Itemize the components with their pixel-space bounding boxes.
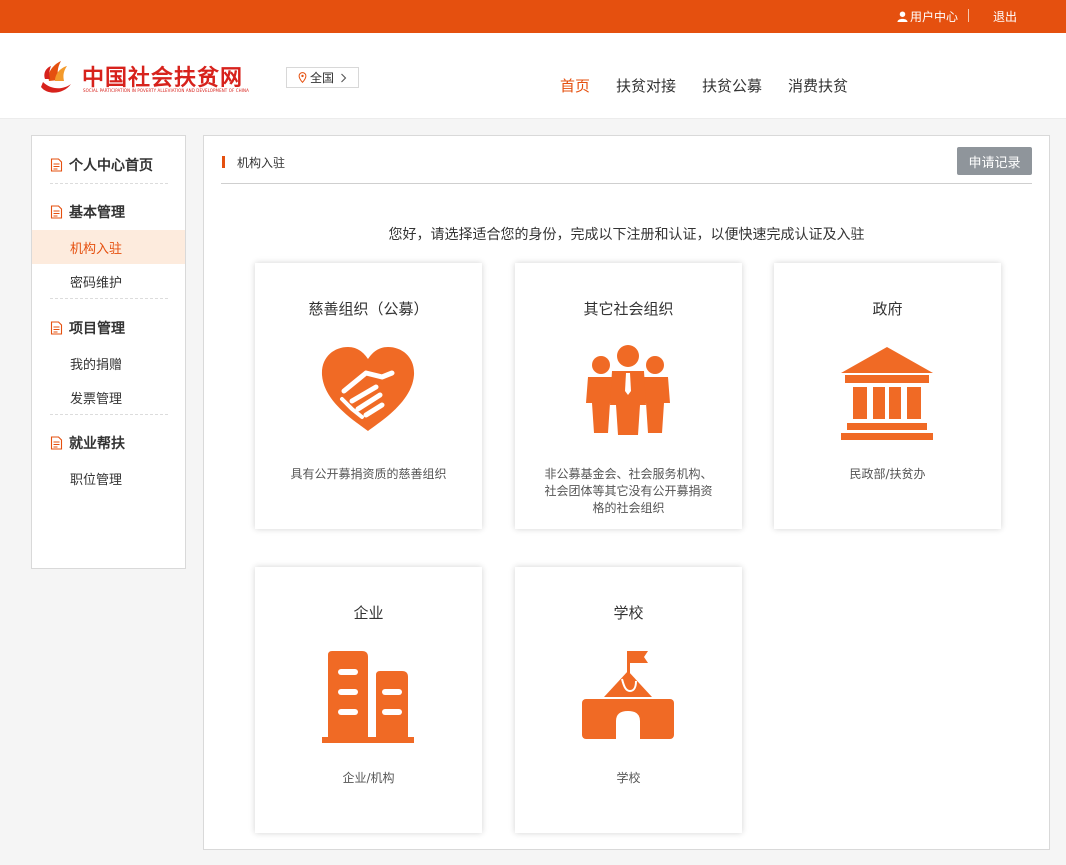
site-header: 中国社会扶贫网 SOCIAL PARTICIPATION IN POVERTY … <box>0 33 1066 119</box>
document-icon <box>50 321 63 335</box>
document-icon <box>50 205 63 219</box>
sidebar-divider <box>50 414 168 415</box>
office-buildings-icon <box>322 651 414 743</box>
card-title: 学校 <box>613 604 644 622</box>
sidebar-section-projects[interactable]: 项目管理 <box>50 318 125 338</box>
sidebar-section-employment[interactable]: 就业帮扶 <box>50 433 125 453</box>
identity-card-charity[interactable]: 慈善组织（公募） 具有公开募捐资质的慈善组织 <box>255 263 482 529</box>
site-logo[interactable]: 中国社会扶贫网 SOCIAL PARTICIPATION IN POVERTY … <box>37 57 277 101</box>
card-title: 政府 <box>872 300 903 318</box>
region-label: 全国 <box>310 71 335 85</box>
card-description: 民政部/扶贫办 <box>849 467 926 481</box>
title-divider <box>221 183 1032 184</box>
nav-item-public-fundraising[interactable]: 扶贫公募 <box>702 75 762 96</box>
people-group-icon <box>586 345 670 435</box>
card-title: 慈善组织（公募） <box>308 300 429 318</box>
user-icon <box>897 11 908 22</box>
main-panel: 机构入驻 申请记录 您好，请选择适合您的身份，完成以下注册和认证，以便快速完成认… <box>203 135 1050 850</box>
region-selector[interactable]: 全国 <box>286 67 359 88</box>
school-flag-icon <box>582 651 674 739</box>
sidebar-section-basic[interactable]: 基本管理 <box>50 202 125 222</box>
sidebar-divider <box>50 183 168 184</box>
sidebar-item-personal-home[interactable]: 个人中心首页 <box>50 155 153 175</box>
page-title: 机构入驻 <box>237 156 286 170</box>
card-title: 其它社会组织 <box>583 300 674 318</box>
card-description: 企业/机构 <box>342 771 395 785</box>
user-center-link[interactable]: 用户中心 <box>897 8 958 25</box>
identity-card-school[interactable]: 学校 学校 <box>515 567 742 833</box>
sidebar-item-positions[interactable]: 职位管理 <box>70 469 122 488</box>
title-accent <box>222 156 225 168</box>
sidebar: 个人中心首页 基本管理 机构入驻 密码维护 项目管理 我的捐赠 发票管理 就业帮… <box>31 135 186 569</box>
sidebar-section-label: 个人中心首页 <box>69 158 153 174</box>
nav-item-poverty-matching[interactable]: 扶贫对接 <box>616 75 676 96</box>
logo-subtitle: SOCIAL PARTICIPATION IN POVERTY ALLEVIAT… <box>83 88 249 93</box>
identity-card-government[interactable]: 政府 民政部/扶贫办 <box>774 263 1001 529</box>
sidebar-item-password[interactable]: 密码维护 <box>70 272 122 291</box>
sidebar-item-invoices[interactable]: 发票管理 <box>70 388 122 407</box>
handshake-heart-icon <box>321 347 415 431</box>
sidebar-item-my-donations[interactable]: 我的捐赠 <box>70 354 122 373</box>
logo-emblem-icon <box>41 61 71 93</box>
logout-link[interactable]: 退出 <box>993 8 1017 25</box>
top-bar: 用户中心 退出 <box>0 0 1066 33</box>
user-center-label: 用户中心 <box>910 10 959 24</box>
card-description: 非公募基金会、社会服务机构、社会团体等其它没有公开募捐资格的社会组织 <box>544 467 713 515</box>
location-pin-icon <box>298 72 307 83</box>
sidebar-section-label: 基本管理 <box>69 205 125 221</box>
topbar-divider <box>968 9 969 22</box>
document-icon <box>50 436 63 450</box>
apply-record-button[interactable]: 申请记录 <box>957 147 1032 175</box>
document-icon <box>50 158 63 172</box>
chevron-right-icon <box>341 73 347 82</box>
main-nav: 首页 扶贫对接 扶贫公募 消费扶贫 <box>560 75 874 96</box>
card-description: 学校 <box>616 771 641 785</box>
sidebar-divider <box>50 298 168 299</box>
identity-card-enterprise[interactable]: 企业 企业/机构 <box>255 567 482 833</box>
identity-card-social-org[interactable]: 其它社会组织 非公募基金会、社会服务机构、社会团体等其它没有公开募捐资格的社会组… <box>515 263 742 529</box>
sidebar-item-org-settle[interactable]: 机构入驻 <box>70 238 122 257</box>
sidebar-section-label: 项目管理 <box>69 321 125 337</box>
government-building-icon <box>841 347 933 440</box>
sidebar-section-label: 就业帮扶 <box>69 436 125 452</box>
intro-text: 您好，请选择适合您的身份，完成以下注册和认证，以便快速完成认证及入驻 <box>388 227 865 243</box>
card-title: 企业 <box>353 604 384 622</box>
nav-item-consumption-aid[interactable]: 消费扶贫 <box>788 75 848 96</box>
nav-item-home[interactable]: 首页 <box>560 75 590 96</box>
card-description: 具有公开募捐资质的慈善组织 <box>290 467 447 481</box>
